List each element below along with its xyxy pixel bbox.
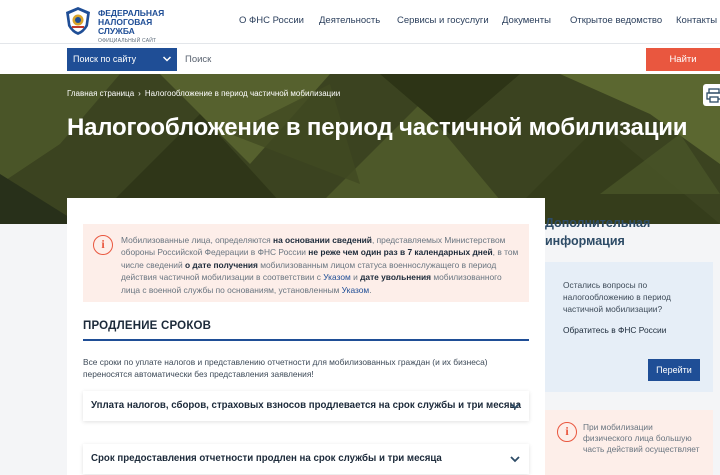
- search-scope-select[interactable]: Поиск по сайту: [67, 48, 177, 71]
- search-scope-label: Поиск по сайту: [73, 54, 137, 64]
- mobilization-notice: i Мобилизованные лица, определяются на о…: [83, 224, 529, 302]
- notice-text-bold: дате увольнения: [360, 272, 432, 283]
- nav-documents[interactable]: Документы: [502, 15, 551, 26]
- notice-text-bold: не реже чем один раз в 7 календарных дне…: [308, 247, 493, 258]
- sidebar-note: При мобилизации физического лица большую…: [583, 422, 700, 454]
- accordion-label: Срок предоставления отчетности продлен н…: [91, 453, 442, 464]
- section-title: ПРОДЛЕНИЕ СРОКОВ: [83, 320, 212, 332]
- notice-text-part: и: [350, 272, 361, 283]
- accordion-label: Уплата налогов, сборов, страховых взносо…: [91, 400, 521, 411]
- search-input[interactable]: [177, 48, 645, 71]
- info-icon: i: [93, 235, 113, 255]
- notice-text: Мобилизованные лица, определяются на осн…: [121, 234, 519, 296]
- section-intro: Все сроки по уплате налогов и представле…: [83, 357, 488, 380]
- nav-about[interactable]: О ФНС России: [239, 15, 304, 26]
- sidebar-contact: Обратитесь в ФНС России: [563, 325, 667, 335]
- nav-open-office[interactable]: Открытое ведомство: [570, 15, 662, 26]
- brand[interactable]: ФЕДЕРАЛЬНАЯ НАЛОГОВАЯ СЛУЖБА ОФИЦИАЛЬНЫЙ…: [98, 9, 184, 45]
- notice-text-part: .: [369, 284, 372, 295]
- site-header: ФЕДЕРАЛЬНАЯ НАЛОГОВАЯ СЛУЖБА ОФИЦИАЛЬНЫЙ…: [0, 0, 720, 44]
- nav-activity[interactable]: Деятельность: [319, 15, 380, 26]
- sidebar-question: Остались вопросы по налогообложению в пе…: [563, 280, 671, 314]
- accordion-item-reporting[interactable]: Срок предоставления отчетности продлен н…: [83, 444, 529, 474]
- notice-text-bold: о дате получения: [184, 259, 258, 270]
- chevron-right-icon: ›: [138, 89, 141, 98]
- breadcrumb: Главная страница › Налогообложение в перио…: [67, 89, 340, 98]
- nav-services[interactable]: Сервисы и госуслуги: [397, 15, 489, 26]
- fns-emblem-logo[interactable]: [64, 6, 92, 36]
- breadcrumb-current: Налогообложение в период частичной мобил…: [144, 89, 341, 98]
- chevron-down-icon: [162, 56, 172, 62]
- search-button[interactable]: Найти: [646, 48, 720, 71]
- chevron-down-icon: [510, 456, 520, 463]
- info-icon: i: [557, 422, 577, 442]
- sidebar-note-card: i При мобилизации физического лица больш…: [545, 410, 713, 475]
- print-button[interactable]: [703, 84, 720, 106]
- main-content: i Мобилизованные лица, определяются на о…: [67, 198, 545, 475]
- decree-link[interactable]: Указом: [323, 272, 351, 282]
- page-title: Налогообложение в период частичной мобил…: [67, 114, 688, 141]
- breadcrumb-home[interactable]: Главная страница: [67, 89, 134, 98]
- accordion-item-taxes[interactable]: Уплата налогов, сборов, страховых взносо…: [83, 391, 529, 421]
- printer-icon: [706, 88, 720, 103]
- notice-text-part: Мобилизованные лица, определяются: [121, 235, 274, 245]
- section-divider: [83, 339, 529, 341]
- sidebar-questions-card: Остались вопросы по налогообложению в пе…: [545, 262, 713, 392]
- chevron-down-icon: [510, 403, 520, 410]
- decree-link[interactable]: Указом: [342, 285, 370, 295]
- search-bar: Поиск по сайту Найти: [0, 44, 720, 74]
- brand-name[interactable]: ФЕДЕРАЛЬНАЯ НАЛОГОВАЯ СЛУЖБА: [98, 9, 184, 36]
- nav-contacts[interactable]: Контакты: [676, 15, 717, 26]
- notice-text-bold: на основании сведений: [273, 235, 372, 245]
- go-button[interactable]: Перейти: [648, 359, 700, 381]
- sidebar-title: Дополнительная информация: [545, 216, 651, 248]
